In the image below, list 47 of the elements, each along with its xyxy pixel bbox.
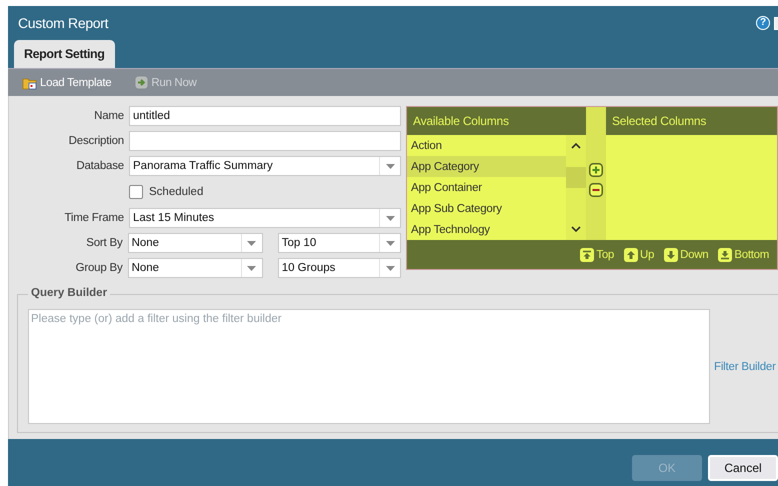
cancel-button[interactable]: Cancel: [708, 455, 778, 481]
move-button[interactable]: Bottom: [718, 248, 769, 262]
scheduled-checkbox[interactable]: Scheduled: [129, 185, 204, 199]
tab[interactable]: Report Setting: [14, 40, 115, 68]
window-title: Custom Report: [18, 15, 110, 31]
list-item[interactable]: App Container: [407, 177, 566, 198]
section-title: Query Builder: [28, 287, 110, 299]
remove-button[interactable]: [589, 183, 603, 197]
text-field[interactable]: untitled: [129, 106, 401, 126]
list-item[interactable]: Action: [407, 135, 566, 156]
dropdown[interactable]: None: [128, 233, 263, 253]
dropdown[interactable]: 10 Groups: [278, 258, 402, 278]
move-button[interactable]: Up: [624, 248, 654, 262]
dropdown[interactable]: None: [128, 258, 263, 278]
field-label: Time Frame: [63, 212, 124, 224]
caret-icon: [386, 266, 395, 270]
field-label: Sort By: [85, 237, 123, 249]
field-label: Name: [93, 110, 124, 122]
caret-icon: [386, 240, 395, 246]
dropdown[interactable]: Panorama Traffic Summary: [129, 156, 401, 176]
caret-icon: [247, 266, 256, 270]
arrow-icon: [624, 248, 638, 262]
arrow-icon: [135, 76, 148, 89]
caret-icon: [247, 240, 256, 246]
field-label: Group By: [74, 262, 123, 274]
field-label: Description: [68, 135, 124, 147]
caret-icon: [386, 216, 394, 220]
arrow-icon: [664, 248, 678, 262]
text-field[interactable]: [129, 131, 401, 151]
move-button[interactable]: Top: [580, 248, 614, 262]
caret-icon: [386, 164, 394, 168]
dropdown[interactable]: Last 15 Minutes: [129, 208, 401, 228]
column-header: Available Columns: [407, 107, 586, 135]
list-item[interactable]: App Technology: [407, 219, 566, 240]
minus-icon: [589, 183, 603, 197]
query-field[interactable]: Please type (or) add a filter using the filter builder: [28, 309, 710, 424]
scroll-thumb[interactable]: [566, 167, 586, 188]
plus-icon: [589, 163, 603, 177]
add-button[interactable]: [589, 163, 603, 177]
move-button[interactable]: Down: [664, 248, 708, 262]
dropdown[interactable]: Top 10: [278, 233, 402, 253]
list-item[interactable]: App Category: [407, 156, 566, 177]
column-header: Selected Columns: [606, 107, 777, 135]
field-label: Database: [75, 160, 124, 172]
help-button[interactable]: ?: [756, 16, 770, 30]
list-item[interactable]: App Sub Category: [407, 198, 566, 219]
folder-icon: [22, 76, 37, 90]
